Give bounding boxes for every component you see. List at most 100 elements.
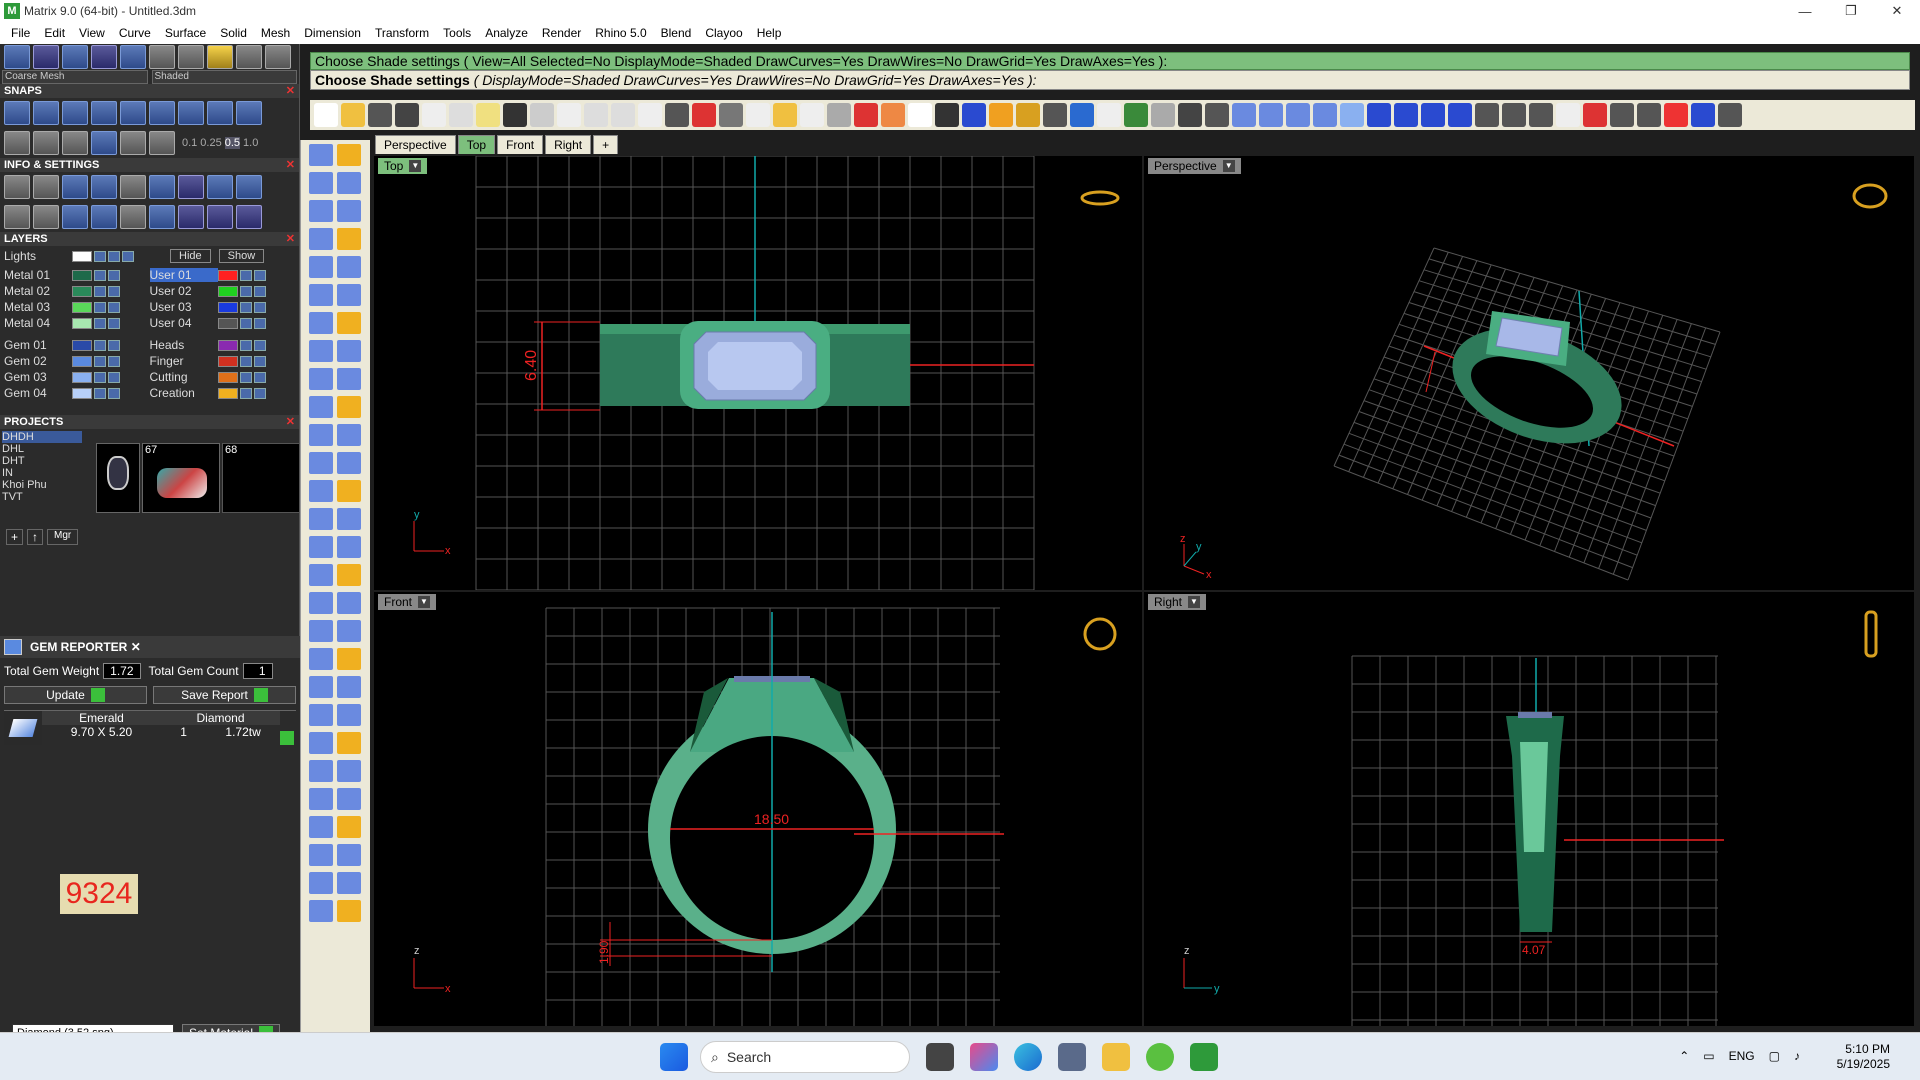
shade-dropdown[interactable]: Shaded xyxy=(151,70,297,84)
grid-icon[interactable] xyxy=(120,131,146,155)
snap-icon[interactable] xyxy=(236,101,262,125)
snap-icon[interactable] xyxy=(4,101,30,125)
viewport-top[interactable]: 6.40 y x Top ▼ xyxy=(374,156,1142,590)
menu-file[interactable]: File xyxy=(4,26,37,40)
info-tool-icon[interactable] xyxy=(33,205,59,229)
modeling-tool-icon[interactable] xyxy=(309,424,333,446)
layer-toggle[interactable] xyxy=(94,339,106,351)
layer-name[interactable]: User 01 xyxy=(149,268,218,282)
layer-toggle[interactable] xyxy=(94,317,106,329)
modeling-tool-icon[interactable] xyxy=(337,396,361,418)
modeling-tool-icon[interactable] xyxy=(337,648,361,670)
toolbar-tool-icon[interactable] xyxy=(557,103,581,127)
tab-front[interactable]: Front xyxy=(497,135,544,154)
snap-value[interactable]: 0.5 xyxy=(224,137,241,149)
layer-swatch[interactable] xyxy=(217,371,238,383)
modeling-tool-icon[interactable] xyxy=(309,592,333,614)
layer-name[interactable]: Gem 02 xyxy=(4,354,72,368)
snap-value[interactable]: 0.1 xyxy=(182,137,197,149)
toolbar-tool-icon[interactable] xyxy=(1421,103,1445,127)
modeling-tool-icon[interactable] xyxy=(337,900,361,922)
toolbar-tool-icon[interactable] xyxy=(1664,103,1688,127)
layer-toggle[interactable] xyxy=(108,269,120,281)
layer-toggle[interactable] xyxy=(253,339,266,351)
viewport-perspective[interactable]: z y x Perspective ▼ xyxy=(1144,156,1914,590)
modeling-tool-icon[interactable] xyxy=(309,508,333,530)
modeling-tool-icon[interactable] xyxy=(309,872,333,894)
add-icon[interactable]: + xyxy=(6,529,24,545)
modeling-tool-icon[interactable] xyxy=(309,704,333,726)
layer-toggle[interactable] xyxy=(94,387,106,399)
layer-toggle[interactable] xyxy=(94,269,106,281)
layer-toggle[interactable] xyxy=(239,371,252,383)
toolbar-tool-icon[interactable] xyxy=(1691,103,1715,127)
hide-button[interactable]: Hide xyxy=(170,249,211,263)
toolbar-tool-icon[interactable] xyxy=(827,103,851,127)
toolbar-tool-icon[interactable] xyxy=(422,103,446,127)
layer-toggle[interactable] xyxy=(239,339,252,351)
close-icon[interactable]: ✕ xyxy=(286,415,295,429)
info-tool-icon[interactable] xyxy=(178,175,204,199)
restore-button[interactable]: ❐ xyxy=(1828,0,1874,22)
layer-toggle[interactable] xyxy=(239,355,252,367)
modeling-tool-icon[interactable] xyxy=(337,368,361,390)
display-tool-icon[interactable] xyxy=(62,45,88,69)
toolbar-tool-icon[interactable] xyxy=(638,103,662,127)
snap-value[interactable]: 1.0 xyxy=(243,137,258,149)
toolbar-tool-icon[interactable] xyxy=(989,103,1013,127)
project-item[interactable]: IN xyxy=(2,467,82,479)
view-ring-icon[interactable] xyxy=(1852,183,1888,209)
layer-swatch[interactable] xyxy=(72,387,92,399)
modeling-tool-icon[interactable] xyxy=(337,844,361,866)
menu-solid[interactable]: Solid xyxy=(213,26,254,40)
toolbar-tool-icon[interactable] xyxy=(962,103,986,127)
toolbar-tool-icon[interactable] xyxy=(476,103,500,127)
info-tool-icon[interactable] xyxy=(4,205,30,229)
layer-name[interactable]: Gem 04 xyxy=(4,386,72,400)
menu-curve[interactable]: Curve xyxy=(112,26,158,40)
calculator-icon[interactable] xyxy=(1058,1043,1086,1071)
layer-toggle[interactable] xyxy=(253,317,266,329)
snap-icon[interactable] xyxy=(207,101,233,125)
funnel-icon[interactable] xyxy=(120,205,146,229)
modeling-tool-icon[interactable] xyxy=(309,648,333,670)
menu-rhino[interactable]: Rhino 5.0 xyxy=(588,26,653,40)
layer-name[interactable]: Metal 01 xyxy=(4,268,72,282)
layer-toggle[interactable] xyxy=(122,250,134,262)
layer-toggle[interactable] xyxy=(108,339,120,351)
layer-toggle[interactable] xyxy=(94,285,106,297)
project-item[interactable]: DHT xyxy=(2,455,82,467)
layer-toggle[interactable] xyxy=(108,250,120,262)
layer-name[interactable]: Gem 03 xyxy=(4,370,72,384)
layer-toggle[interactable] xyxy=(94,355,106,367)
layer-toggle[interactable] xyxy=(94,371,106,383)
menu-clayoo[interactable]: Clayoo xyxy=(698,26,749,40)
layer-swatch[interactable] xyxy=(72,371,92,383)
layer-name[interactable]: Creation xyxy=(150,386,218,400)
toolbar-tool-icon[interactable] xyxy=(1286,103,1310,127)
toolbar-tool-icon[interactable] xyxy=(1529,103,1553,127)
layer-toggle[interactable] xyxy=(239,269,252,281)
layer-toggle[interactable] xyxy=(94,301,106,313)
layer-toggle[interactable] xyxy=(239,301,252,313)
toolbar-tool-icon[interactable] xyxy=(395,103,419,127)
toolbar-tool-icon[interactable] xyxy=(1394,103,1418,127)
info-tool-icon[interactable] xyxy=(149,175,175,199)
modeling-tool-icon[interactable] xyxy=(309,564,333,586)
volume-icon[interactable]: ♪ xyxy=(1794,1049,1800,1063)
toolbar-tool-icon[interactable] xyxy=(1718,103,1742,127)
language-indicator[interactable]: ENG xyxy=(1729,1049,1755,1063)
layer-toggle[interactable] xyxy=(108,285,120,297)
toolbar-tool-icon[interactable] xyxy=(1637,103,1661,127)
snap-icon[interactable] xyxy=(120,101,146,125)
up-arrow-icon[interactable]: ↑ xyxy=(27,529,44,545)
search-box[interactable]: ⌕ Search xyxy=(700,1041,910,1073)
toolbar-tool-icon[interactable] xyxy=(854,103,878,127)
menu-edit[interactable]: Edit xyxy=(37,26,72,40)
modeling-tool-icon[interactable] xyxy=(337,284,361,306)
toolbar-tool-icon[interactable] xyxy=(1448,103,1472,127)
modeling-tool-icon[interactable] xyxy=(337,508,361,530)
layer-swatch[interactable] xyxy=(72,285,92,297)
toolbar-tool-icon[interactable] xyxy=(692,103,716,127)
info-tool-icon[interactable] xyxy=(207,205,233,229)
